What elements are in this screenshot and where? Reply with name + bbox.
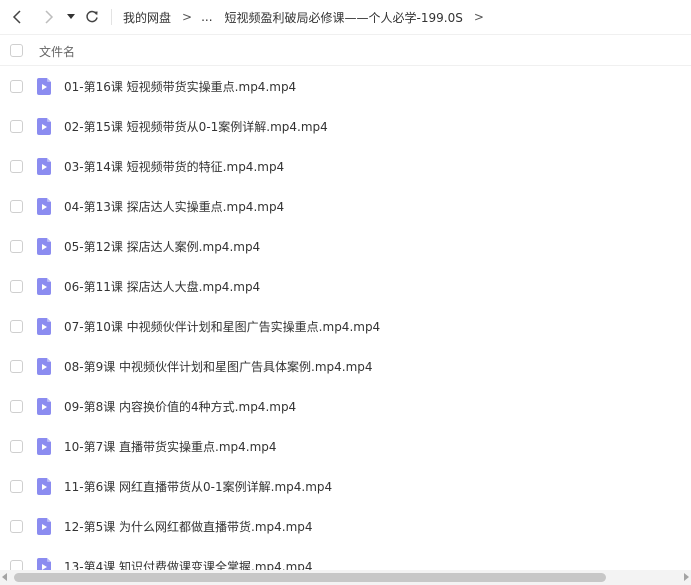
video-file-icon [37, 118, 51, 135]
row-checkbox[interactable] [10, 80, 23, 93]
row-checkbox[interactable] [10, 240, 23, 253]
file-name: 02-第15课 短视频带货从0-1案例详解.mp4.mp4 [64, 120, 328, 134]
breadcrumb-ellipsis[interactable]: ... [201, 10, 212, 24]
file-name: 07-第10课 中视频伙伴计划和星图广告实操重点.mp4.mp4 [64, 320, 381, 334]
video-file-icon [37, 558, 51, 570]
row-checkbox[interactable] [10, 160, 23, 173]
video-file-icon [37, 358, 51, 375]
file-name: 03-第14课 短视频带货的特征.mp4.mp4 [64, 160, 285, 174]
row-checkbox[interactable] [10, 520, 23, 533]
scroll-left-arrow-icon[interactable] [2, 573, 7, 581]
file-row[interactable]: 01-第16课 短视频带货实操重点.mp4.mp4 [0, 66, 691, 106]
scrollbar-thumb[interactable] [14, 573, 606, 582]
file-name: 08-第9课 中视频伙伴计划和星图广告具体案例.mp4.mp4 [64, 360, 373, 374]
file-row[interactable]: 12-第5课 为什么网红都做直播带货.mp4.mp4 [0, 506, 691, 546]
list-header: 文件名 [0, 34, 691, 66]
video-file-icon [37, 198, 51, 215]
file-name: 04-第13课 探店达人实操重点.mp4.mp4 [64, 200, 285, 214]
video-file-icon [37, 78, 51, 95]
file-row[interactable]: 08-第9课 中视频伙伴计划和星图广告具体案例.mp4.mp4 [0, 346, 691, 386]
video-file-icon [37, 278, 51, 295]
breadcrumb-separator: > [473, 10, 484, 24]
breadcrumb: 我的网盘 > ... 短视频盈利破局必修课——个人必学-199.0S > [123, 0, 493, 34]
file-row[interactable]: 02-第15课 短视频带货从0-1案例详解.mp4.mp4 [0, 106, 691, 146]
row-checkbox[interactable] [10, 560, 23, 570]
refresh-icon [86, 10, 98, 23]
history-dropdown-button[interactable] [62, 7, 80, 27]
name-column-header[interactable]: 文件名 [39, 43, 75, 60]
file-name: 12-第5课 为什么网红都做直播带货.mp4.mp4 [64, 520, 313, 534]
forward-button[interactable] [38, 7, 58, 27]
file-row[interactable]: 07-第10课 中视频伙伴计划和星图广告实操重点.mp4.mp4 [0, 306, 691, 346]
file-row[interactable]: 04-第13课 探店达人实操重点.mp4.mp4 [0, 186, 691, 226]
back-button[interactable] [8, 7, 28, 27]
toolbar: 我的网盘 > ... 短视频盈利破局必修课——个人必学-199.0S > [0, 0, 691, 34]
row-checkbox[interactable] [10, 440, 23, 453]
file-name: 01-第16课 短视频带货实操重点.mp4.mp4 [64, 80, 297, 94]
file-name: 11-第6课 网红直播带货从0-1案例详解.mp4.mp4 [64, 480, 333, 494]
video-file-icon [37, 238, 51, 255]
video-file-icon [37, 398, 51, 415]
row-checkbox[interactable] [10, 280, 23, 293]
chevron-left-icon [12, 10, 21, 24]
video-file-icon [37, 158, 51, 175]
breadcrumb-root[interactable]: 我的网盘 [123, 9, 171, 26]
file-name: 13-第4课 知识付费做课变课全掌握.mp4.mp4 [64, 560, 313, 570]
file-row[interactable]: 05-第12课 探店达人案例.mp4.mp4 [0, 226, 691, 266]
video-file-icon [37, 518, 51, 535]
file-row[interactable]: 11-第6课 网红直播带货从0-1案例详解.mp4.mp4 [0, 466, 691, 506]
row-checkbox[interactable] [10, 400, 23, 413]
video-file-icon [37, 318, 51, 335]
row-checkbox[interactable] [10, 360, 23, 373]
file-name: 06-第11课 探店达人大盘.mp4.mp4 [64, 280, 261, 294]
file-name: 09-第8课 内容换价值的4种方式.mp4.mp4 [64, 400, 297, 414]
caret-down-icon [67, 14, 75, 19]
video-file-icon [37, 478, 51, 495]
file-row[interactable]: 13-第4课 知识付费做课变课全掌握.mp4.mp4 [0, 546, 691, 570]
file-name: 10-第7课 直播带货实操重点.mp4.mp4 [64, 440, 277, 454]
select-all-checkbox[interactable] [10, 44, 23, 57]
row-checkbox[interactable] [10, 480, 23, 493]
file-row[interactable]: 09-第8课 内容换价值的4种方式.mp4.mp4 [0, 386, 691, 426]
toolbar-divider [111, 9, 112, 25]
breadcrumb-separator: > [182, 10, 193, 24]
row-checkbox[interactable] [10, 120, 23, 133]
file-list: 01-第16课 短视频带货实操重点.mp4.mp4 02-第15课 短视频带货从… [0, 66, 691, 570]
row-checkbox[interactable] [10, 200, 23, 213]
scroll-right-arrow-icon[interactable] [684, 573, 689, 581]
refresh-button[interactable] [82, 7, 102, 27]
file-row[interactable]: 03-第14课 短视频带货的特征.mp4.mp4 [0, 146, 691, 186]
file-row[interactable]: 10-第7课 直播带货实操重点.mp4.mp4 [0, 426, 691, 466]
video-file-icon [37, 438, 51, 455]
breadcrumb-current: 短视频盈利破局必修课——个人必学-199.0S [224, 10, 463, 25]
file-name: 05-第12课 探店达人案例.mp4.mp4 [64, 240, 261, 254]
chevron-right-icon [45, 10, 54, 24]
horizontal-scrollbar[interactable] [0, 570, 691, 585]
file-row[interactable]: 06-第11课 探店达人大盘.mp4.mp4 [0, 266, 691, 306]
row-checkbox[interactable] [10, 320, 23, 333]
